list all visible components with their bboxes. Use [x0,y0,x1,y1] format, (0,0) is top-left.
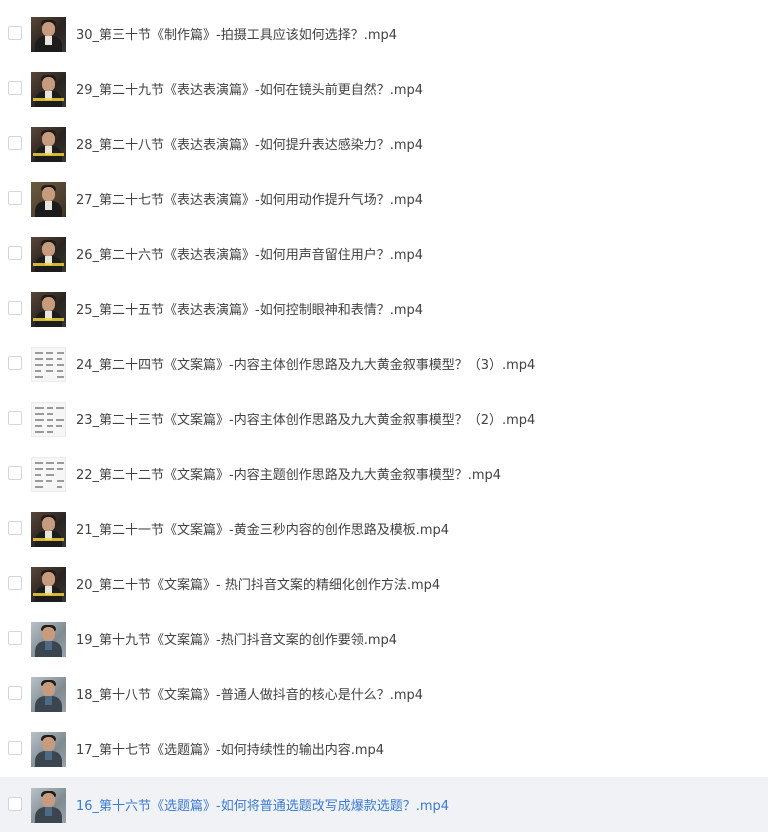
file-row[interactable]: 23_第二十三节《文案篇》-内容主体创作思路及九大黄金叙事模型？（2）.mp4 [0,391,768,446]
row-checkbox[interactable] [8,245,22,260]
row-checkbox[interactable] [8,520,22,535]
file-row[interactable]: 26_第二十六节《表达表演篇》-如何用声音留住用户？.mp4 [0,226,768,281]
file-row[interactable]: 29_第二十九节《表达表演篇》-如何在镜头前更自然？.mp4 [0,61,768,116]
row-checkbox[interactable] [8,25,22,40]
file-name[interactable]: 21_第二十一节《文案篇》-黄金三秒内容的创作思路及模板.mp4 [76,519,449,538]
file-row[interactable]: 25_第二十五节《表达表演篇》-如何控制眼神和表情？.mp4 [0,281,768,336]
file-row[interactable]: 21_第二十一节《文案篇》-黄金三秒内容的创作思路及模板.mp4 [0,501,768,556]
row-checkbox[interactable] [8,80,22,95]
row-checkbox[interactable] [8,135,22,150]
document-thumbnail-icon[interactable] [31,456,66,492]
video-thumbnail-icon[interactable] [31,566,66,602]
file-row[interactable]: 30_第三十节《制作篇》-拍摄工具应该如何选择？.mp4 [0,6,768,61]
file-row[interactable]: 24_第二十四节《文案篇》-内容主体创作思路及九大黄金叙事模型？（3）.mp4 [0,336,768,391]
video-thumbnail-icon[interactable] [31,621,66,657]
file-name[interactable]: 20_第二十节《文案篇》- 热门抖音文案的精细化创作方法.mp4 [76,574,440,593]
document-thumbnail-icon[interactable] [31,346,66,382]
file-row[interactable]: 28_第二十八节《表达表演篇》-如何提升表达感染力？.mp4 [0,116,768,171]
file-name[interactable]: 16_第十六节《选题篇》-如何将普通选题改写成爆款选题？.mp4 [76,795,449,814]
file-name[interactable]: 28_第二十八节《表达表演篇》-如何提升表达感染力？.mp4 [76,134,423,153]
file-row[interactable]: 18_第十八节《文案篇》-普通人做抖音的核心是什么？.mp4 [0,666,768,721]
row-checkbox[interactable] [8,796,22,811]
row-checkbox[interactable] [8,575,22,590]
row-checkbox[interactable] [8,465,22,480]
file-name[interactable]: 26_第二十六节《表达表演篇》-如何用声音留住用户？.mp4 [76,244,423,263]
row-checkbox[interactable] [8,190,22,205]
video-thumbnail-icon[interactable] [31,511,66,547]
video-thumbnail-icon[interactable] [31,291,66,327]
video-thumbnail-icon[interactable] [31,71,66,107]
row-checkbox[interactable] [8,410,22,425]
video-thumbnail-icon[interactable] [31,731,66,767]
file-row[interactable]: 17_第十七节《选题篇》-如何持续性的输出内容.mp4 [0,721,768,776]
file-name[interactable]: 23_第二十三节《文案篇》-内容主体创作思路及九大黄金叙事模型？（2）.mp4 [76,409,535,428]
file-row[interactable]: 20_第二十节《文案篇》- 热门抖音文案的精细化创作方法.mp4 [0,556,768,611]
video-thumbnail-icon[interactable] [31,676,66,712]
row-checkbox[interactable] [8,300,22,315]
file-name[interactable]: 27_第二十七节《表达表演篇》-如何用动作提升气场？.mp4 [76,189,423,208]
row-checkbox[interactable] [8,685,22,700]
file-name[interactable]: 24_第二十四节《文案篇》-内容主体创作思路及九大黄金叙事模型？（3）.mp4 [76,354,535,373]
video-thumbnail-icon[interactable] [31,787,66,823]
file-name[interactable]: 17_第十七节《选题篇》-如何持续性的输出内容.mp4 [76,739,384,758]
file-row[interactable]: 19_第十九节《文案篇》-热门抖音文案的创作要领.mp4 [0,611,768,666]
file-name[interactable]: 30_第三十节《制作篇》-拍摄工具应该如何选择？.mp4 [76,24,397,43]
file-row[interactable]: 27_第二十七节《表达表演篇》-如何用动作提升气场？.mp4 [0,171,768,226]
video-thumbnail-icon[interactable] [31,126,66,162]
file-name[interactable]: 18_第十八节《文案篇》-普通人做抖音的核心是什么？.mp4 [76,684,423,703]
row-checkbox[interactable] [8,740,22,755]
file-name[interactable]: 29_第二十九节《表达表演篇》-如何在镜头前更自然？.mp4 [76,79,423,98]
video-thumbnail-icon[interactable] [31,181,66,217]
file-name[interactable]: 25_第二十五节《表达表演篇》-如何控制眼神和表情？.mp4 [76,299,423,318]
video-thumbnail-icon[interactable] [31,16,66,52]
video-thumbnail-icon[interactable] [31,236,66,272]
row-checkbox[interactable] [8,355,22,370]
document-thumbnail-icon[interactable] [31,401,66,437]
file-row[interactable]: 22_第二十二节《文案篇》-内容主题创作思路及九大黄金叙事模型？.mp4 [0,446,768,501]
row-checkbox[interactable] [8,630,22,645]
file-name[interactable]: 19_第十九节《文案篇》-热门抖音文案的创作要领.mp4 [76,629,397,648]
file-name[interactable]: 22_第二十二节《文案篇》-内容主题创作思路及九大黄金叙事模型？.mp4 [76,464,501,483]
file-row-hovered[interactable]: 16_第十六节《选题篇》-如何将普通选题改写成爆款选题？.mp4 [0,777,768,832]
